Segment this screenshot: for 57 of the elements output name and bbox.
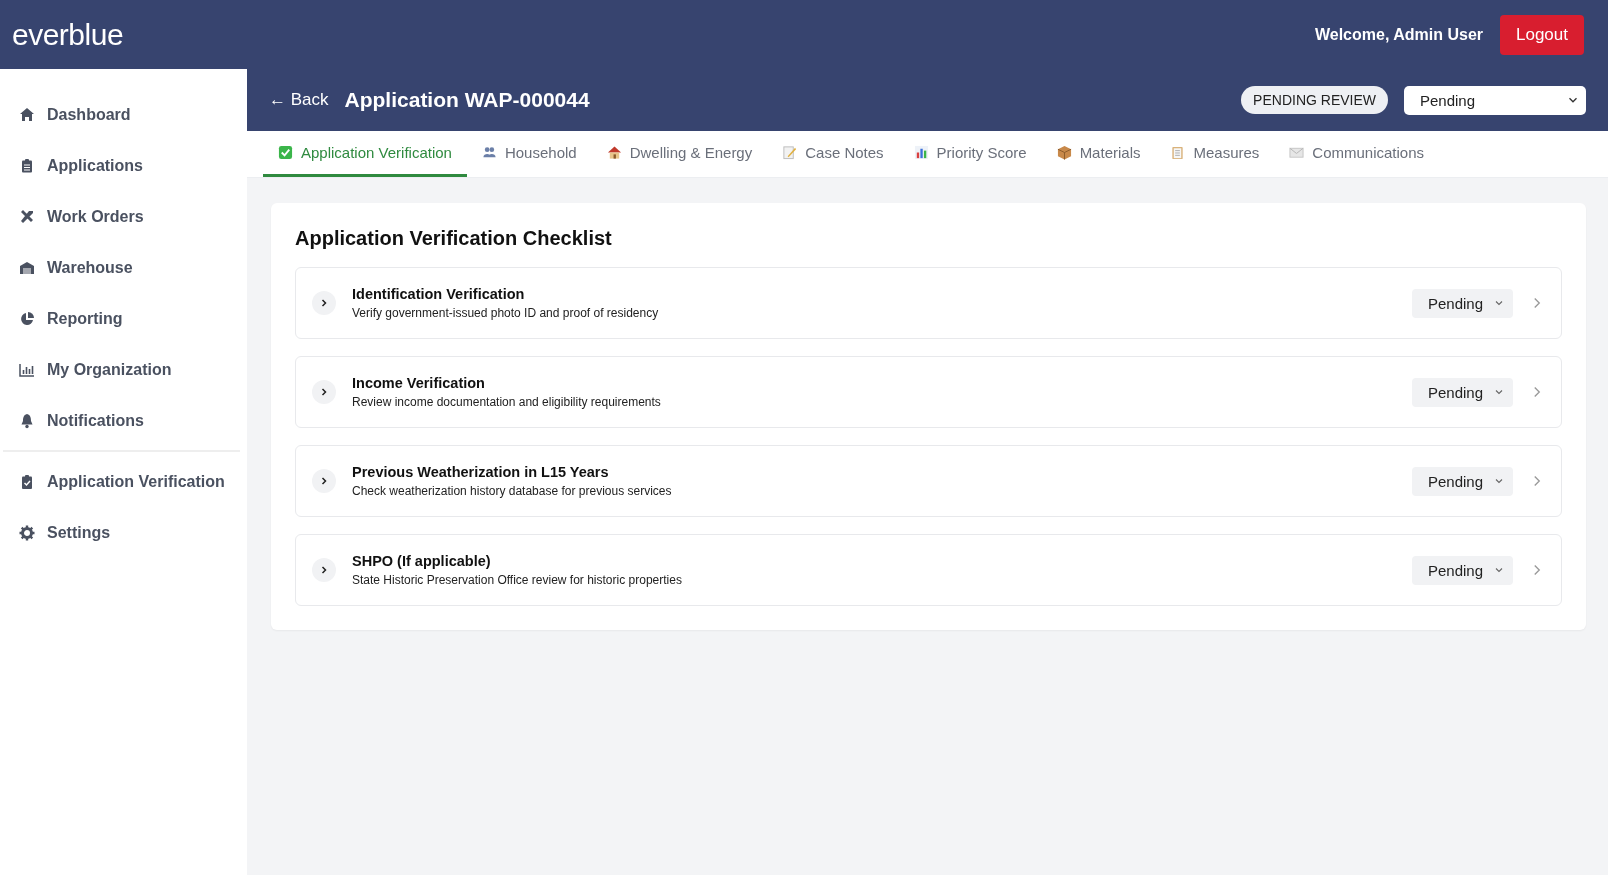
- logo[interactable]: everblue: [12, 17, 124, 52]
- expand-toggle[interactable]: [312, 558, 336, 582]
- clipboard-icon: [19, 157, 35, 174]
- sidebar-item[interactable]: Reporting: [0, 293, 247, 344]
- tab[interactable]: Household: [466, 131, 592, 177]
- page-title: Application WAP-000044: [344, 88, 590, 112]
- status-dropdown[interactable]: Pending: [1412, 377, 1513, 407]
- welcome-text: Welcome, Admin User: [1314, 25, 1483, 44]
- sidebar-item[interactable]: My Organization: [0, 344, 247, 395]
- status-badge: PENDING REVIEW: [1241, 86, 1388, 114]
- sidebar-item[interactable]: Application Verification: [0, 456, 247, 507]
- house-icon: [606, 145, 622, 160]
- bell-icon: [19, 412, 35, 429]
- house-icon: [19, 106, 35, 123]
- item-description: Verify government-issued photo ID and proof of residency: [352, 306, 660, 320]
- sidebar-item[interactable]: Notifications: [0, 395, 247, 446]
- checklist-title: Application Verification Checklist: [295, 227, 613, 250]
- tab[interactable]: Measures: [1155, 131, 1275, 177]
- envelope-icon: [1289, 145, 1305, 160]
- bar-chart-icon: [19, 361, 35, 378]
- item-title: Previous Weatherization in L15 Years: [352, 464, 610, 480]
- tab[interactable]: Priority Score: [898, 131, 1042, 177]
- item-description: Check weatherization history database for previous services: [352, 484, 673, 498]
- tab[interactable]: Application Verification: [263, 131, 467, 177]
- clipboard-check-icon: [19, 473, 35, 490]
- tab[interactable]: Materials: [1041, 131, 1156, 177]
- box-icon: [1056, 145, 1072, 160]
- sidebar-item[interactable]: Warehouse: [0, 242, 247, 293]
- warehouse-icon: [19, 259, 35, 276]
- expand-toggle[interactable]: [312, 291, 336, 315]
- tab[interactable]: Case Notes: [767, 131, 899, 177]
- settings-icon: [19, 524, 35, 541]
- expand-toggle[interactable]: [312, 469, 336, 493]
- back-link[interactable]: ← Back: [269, 90, 329, 110]
- sidebar-item[interactable]: Work Orders: [0, 191, 247, 242]
- status-dropdown[interactable]: Pending: [1412, 466, 1513, 496]
- item-title: Income Verification: [352, 375, 486, 391]
- people-icon: [481, 145, 497, 160]
- check-icon: [278, 145, 293, 160]
- expand-toggle[interactable]: [312, 380, 336, 404]
- item-title: SHPO (If applicable): [352, 553, 492, 569]
- bar-chart-icon: [913, 145, 929, 160]
- item-description: Review income documentation and eligibility requirements: [352, 395, 662, 409]
- item-title: Identification Verification: [352, 286, 526, 302]
- memo-icon: [782, 145, 798, 160]
- pie-chart-icon: [19, 310, 35, 327]
- clipboard-icon: [1170, 145, 1186, 160]
- sidebar-item[interactable]: Settings: [0, 507, 247, 558]
- status-dropdown[interactable]: Pending: [1412, 555, 1513, 585]
- logout-button[interactable]: Logout: [1500, 14, 1584, 55]
- sidebar-item[interactable]: Applications: [0, 140, 247, 191]
- tab[interactable]: Dwelling & Energy: [591, 131, 768, 177]
- item-description: State Historic Preservation Office review for historic properties: [352, 573, 683, 587]
- tab[interactable]: Communications: [1274, 131, 1440, 177]
- status-dropdown[interactable]: Pending: [1412, 288, 1513, 318]
- sidebar-item[interactable]: Dashboard: [0, 89, 247, 140]
- status-dropdown[interactable]: Pending: [1404, 85, 1586, 115]
